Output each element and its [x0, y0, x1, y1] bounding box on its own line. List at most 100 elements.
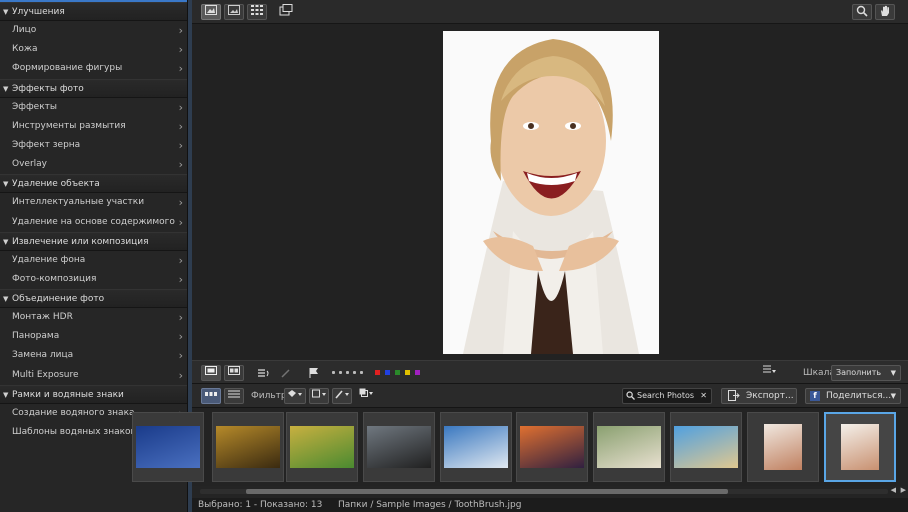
- collapse-triangle-icon: ▼: [3, 237, 9, 246]
- photo-view-icon[interactable]: [224, 4, 244, 20]
- section-title: Рамки и водяные знаки: [12, 389, 124, 400]
- section-header[interactable]: ▼ Улучшения: [0, 2, 187, 21]
- sidebar-item-label: Формирование фигуры: [12, 63, 123, 74]
- sidebar-item[interactable]: Лицо ›: [0, 21, 187, 41]
- frame-filter-icon[interactable]: [309, 388, 329, 404]
- thumbnail-partial[interactable]: [132, 412, 204, 482]
- thumbnail-image: [136, 426, 200, 468]
- collapse-triangle-icon: ▼: [3, 390, 9, 399]
- sidebar-item-label: Замена лица: [12, 350, 74, 361]
- section-header[interactable]: ▼ Удаление объекта: [0, 174, 187, 194]
- grid-view-icon[interactable]: [247, 4, 267, 20]
- chevron-right-icon: ›: [178, 138, 183, 152]
- app-window: ▼ Улучшения Лицо › Кожа › Формирование фигуры ›…: [0, 0, 908, 512]
- chevron-right-icon: ›: [178, 368, 183, 382]
- sidebar-item-label: Монтаж HDR: [12, 312, 73, 323]
- dual-frame-icon[interactable]: [224, 365, 244, 381]
- thumbnail-bicycle[interactable]: [286, 412, 358, 482]
- clear-search-icon[interactable]: ✕: [700, 389, 707, 403]
- sidebar-item[interactable]: Монтаж HDR ›: [0, 308, 187, 328]
- copy-filter-icon[interactable]: [356, 388, 376, 404]
- top-toolbar: [192, 0, 908, 24]
- thumbnail-laughing-woman[interactable]: [824, 412, 896, 482]
- color-label-dot[interactable]: [405, 370, 410, 375]
- thumbnail-image: [764, 424, 802, 470]
- filmstrip-scrollbar[interactable]: ◀ ▶: [192, 486, 908, 498]
- chevron-right-icon: ›: [178, 215, 183, 229]
- scroll-track[interactable]: [200, 489, 888, 494]
- single-frame-icon[interactable]: [201, 365, 221, 381]
- tag-filter-icon[interactable]: [284, 388, 306, 404]
- sidebar-item[interactable]: Панорама ›: [0, 327, 187, 347]
- thumbnail-woman-smile[interactable]: [747, 412, 819, 482]
- color-label-dot[interactable]: [415, 370, 420, 375]
- sidebar-item[interactable]: Multi Exposure ›: [0, 365, 187, 385]
- thumbnail-image: [841, 424, 879, 470]
- sidebar-item[interactable]: Интеллектуальные участки ›: [0, 193, 187, 213]
- thumbnail-image: [290, 426, 354, 468]
- sidebar-item-label: Интеллектуальные участки: [12, 197, 145, 208]
- thumbnail-spiral[interactable]: [212, 412, 284, 482]
- single-view-icon[interactable]: [201, 4, 221, 20]
- share-button[interactable]: f Поделиться... ▼: [805, 388, 901, 404]
- sidebar-item[interactable]: Удаление фона ›: [0, 250, 187, 270]
- sidebar-item[interactable]: Overlay ›: [0, 155, 187, 175]
- collapse-triangle-icon: ▼: [3, 180, 9, 189]
- search-input[interactable]: Search Photos ✕: [622, 388, 712, 404]
- section-title: Объединение фото: [12, 294, 105, 305]
- scroll-right-icon[interactable]: ▶: [901, 486, 906, 494]
- compare-icon[interactable]: [276, 4, 296, 20]
- search-placeholder: Search Photos: [637, 391, 695, 400]
- thumbnail-city-bay[interactable]: [440, 412, 512, 482]
- sidebar-item[interactable]: Удаление на основе содержимого ›: [0, 212, 187, 232]
- wand-icon[interactable]: [280, 367, 292, 382]
- thumbnail-beach[interactable]: [670, 412, 742, 482]
- sidebar-item[interactable]: Замена лица ›: [0, 346, 187, 366]
- brush-filter-icon[interactable]: [332, 388, 352, 404]
- color-label-dot[interactable]: [395, 370, 400, 375]
- thumbnail-image: [216, 426, 280, 468]
- sidebar-item[interactable]: Эффект зерна ›: [0, 135, 187, 156]
- sidebar-item[interactable]: Кожа ›: [0, 40, 187, 60]
- color-label-dot[interactable]: [385, 370, 390, 375]
- flag-icon[interactable]: [308, 367, 320, 382]
- photo-viewer[interactable]: [192, 24, 908, 360]
- section-header[interactable]: ▼ Рамки и водяные знаки: [0, 384, 187, 404]
- filmstrip-view-icon[interactable]: [201, 388, 221, 404]
- sort-icon[interactable]: [759, 365, 779, 381]
- sidebar-item-label: Эффект зерна: [12, 139, 81, 150]
- export-button[interactable]: Экспорт...: [721, 388, 797, 404]
- sidebar-item-label: Overlay: [12, 159, 47, 170]
- chevron-right-icon: ›: [178, 330, 183, 344]
- thumbnail-ship[interactable]: [363, 412, 435, 482]
- scroll-left-icon[interactable]: ◀: [891, 486, 896, 494]
- magnifier-icon[interactable]: [852, 4, 872, 20]
- thumbnail-kitten[interactable]: [593, 412, 665, 482]
- sidebar-item[interactable]: Фото-композиция ›: [0, 269, 187, 290]
- color-label-dot[interactable]: [375, 370, 380, 375]
- list-view-icon[interactable]: [224, 388, 244, 404]
- sidebar-item[interactable]: Эффекты ›: [0, 97, 187, 117]
- chevron-right-icon: ›: [178, 311, 183, 325]
- rotate-icon[interactable]: [256, 367, 270, 382]
- filmstrip: [132, 408, 908, 486]
- section-header[interactable]: ▼ Извлечение или композиция: [0, 231, 187, 251]
- chevron-right-icon: ›: [178, 43, 183, 57]
- sidebar-item-label: Удаление на основе содержимого: [12, 216, 175, 227]
- sidebar-item[interactable]: Формирование фигуры ›: [0, 59, 187, 79]
- section-header[interactable]: ▼ Эффекты фото: [0, 78, 187, 98]
- sidebar-item-label: Инструменты размытия: [12, 120, 126, 131]
- sidebar-item-label: Создание водяного знака: [12, 407, 135, 418]
- scroll-thumb[interactable]: [246, 489, 728, 494]
- selection-status: Выбрано: 1 - Показано: 13: [198, 500, 323, 510]
- chevron-right-icon: ›: [178, 158, 183, 172]
- sidebar-item-label: Удаление фона: [12, 254, 86, 265]
- section-title: Извлечение или композиция: [12, 236, 149, 247]
- sidebar-item[interactable]: Инструменты размытия ›: [0, 116, 187, 136]
- thumbnail-sunset[interactable]: [516, 412, 588, 482]
- scale-select[interactable]: Заполнить ▼: [831, 365, 901, 381]
- hand-icon[interactable]: [875, 4, 895, 20]
- section-header[interactable]: ▼ Объединение фото: [0, 289, 187, 309]
- sidebar-item-label: Шаблоны водяных знаков: [12, 427, 136, 437]
- collapse-triangle-icon: ▼: [3, 8, 9, 16]
